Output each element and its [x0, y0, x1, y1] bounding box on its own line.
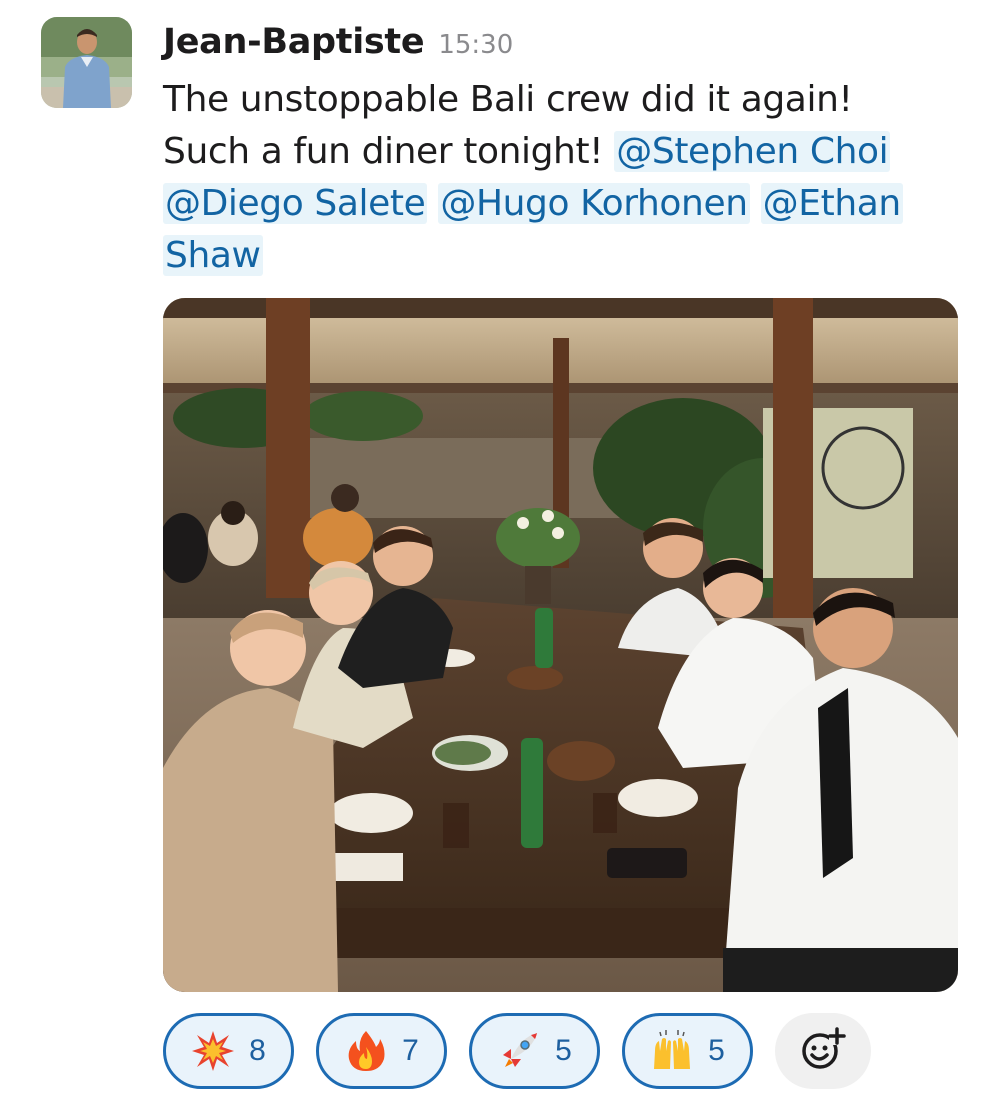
add-reaction-button[interactable]: [775, 1013, 871, 1089]
add-emoji-icon: [799, 1025, 847, 1077]
message-header: Jean-Baptiste 15:30: [163, 22, 513, 70]
reaction-count: 5: [555, 1034, 572, 1067]
reaction-fire[interactable]: 7: [316, 1013, 447, 1089]
restaurant-photo-illustration: [163, 298, 958, 992]
message: Jean-Baptiste 15:30 The unstoppable Bali…: [0, 0, 1000, 1109]
collision-icon: [191, 1029, 235, 1073]
reaction-count: 8: [249, 1034, 266, 1067]
mention-hugo-korhonen[interactable]: @Hugo Korhonen: [438, 183, 750, 224]
message-photo[interactable]: [163, 298, 958, 992]
rocket-icon: [497, 1029, 541, 1073]
reaction-collision[interactable]: 8: [163, 1013, 294, 1089]
mention-diego-salete[interactable]: @Diego Salete: [163, 183, 428, 224]
text-line-2-prefix: Such a fun diner tonight!: [163, 131, 604, 172]
text-line-3: @Diego Salete @Hugo Korhonen @Ethan: [163, 178, 963, 230]
author-name[interactable]: Jean-Baptiste: [163, 22, 425, 62]
reactions-bar: 8 7 5 5: [163, 1013, 871, 1089]
reaction-count: 7: [402, 1034, 419, 1067]
reaction-raising-hands[interactable]: 5: [622, 1013, 753, 1089]
text-line-2: Such a fun diner tonight! @Stephen Choi: [163, 126, 963, 178]
text-line-4: Shaw: [163, 230, 963, 282]
mention-ethan-shaw-cont[interactable]: Shaw: [163, 235, 263, 276]
raising-hands-icon: [650, 1029, 694, 1073]
mention-ethan-shaw[interactable]: @Ethan: [760, 183, 903, 224]
reaction-rocket[interactable]: 5: [469, 1013, 600, 1089]
text-line-1: The unstoppable Bali crew did it again!: [163, 79, 853, 120]
reaction-count: 5: [708, 1034, 725, 1067]
avatar[interactable]: [41, 17, 132, 108]
timestamp[interactable]: 15:30: [438, 30, 513, 60]
message-text: The unstoppable Bali crew did it again! …: [163, 74, 963, 282]
fire-icon: [344, 1029, 388, 1073]
mention-stephen-choi[interactable]: @Stephen Choi: [614, 131, 891, 172]
